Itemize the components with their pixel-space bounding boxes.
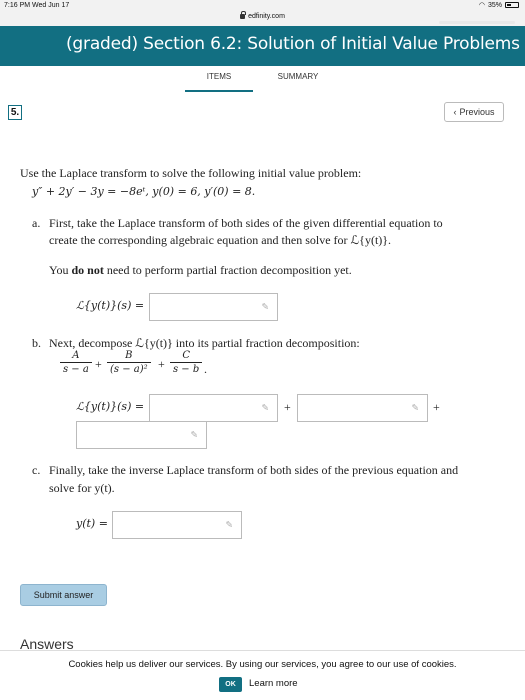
part-b-answer-input-3[interactable]: ✎: [76, 421, 207, 449]
part-c-answer-input[interactable]: ✎: [112, 511, 242, 539]
wifi-icon: ◠: [478, 2, 485, 9]
plus-sign: +: [284, 400, 291, 414]
pencil-icon: ✎: [411, 402, 419, 413]
fraction-a: As − a: [60, 350, 92, 375]
cookie-ok-button[interactable]: OK: [219, 677, 242, 692]
part-c-line1: Finally, take the inverse Laplace transf…: [49, 463, 459, 477]
plus-sign: +: [158, 357, 165, 371]
status-bar: 7:16 PM Wed Jun 17 ◠ 35%: [0, 0, 525, 11]
status-right: ◠ 35%: [479, 1, 519, 9]
plus-sign: +: [433, 400, 440, 414]
url-domain: edfinity.com: [248, 13, 285, 20]
plus-sign: +: [95, 357, 102, 371]
tab-items[interactable]: ITEMS: [185, 72, 253, 92]
lock-icon: [240, 11, 247, 19]
battery-percent: 35%: [487, 1, 502, 9]
part-b-marker: b.: [32, 336, 41, 350]
part-c-answer-label: y(t) =: [76, 517, 108, 530]
page-header: (graded) Section 6.2: Solution of Initia…: [0, 26, 525, 66]
part-a-line2: create the corresponding algebraic equat…: [49, 233, 392, 247]
learn-more-link[interactable]: Learn more: [249, 678, 298, 689]
previous-button[interactable]: ‹ Previous: [444, 102, 504, 122]
pencil-icon: ✎: [225, 519, 233, 530]
part-b-answer-input-2[interactable]: ✎: [297, 394, 428, 422]
part-a-note: You do not need to perform partial fract…: [49, 263, 352, 277]
submit-answer-button[interactable]: Submit answer: [20, 584, 107, 606]
problem-number: 5.: [8, 105, 22, 120]
part-c-line2: solve for y(t).: [49, 481, 115, 495]
part-a-answer-input[interactable]: ✎: [149, 293, 278, 321]
page-title: (graded) Section 6.2: Solution of Initia…: [66, 34, 520, 54]
url-bar[interactable]: edfinity.com: [0, 11, 525, 26]
cookie-message: Cookies help us deliver our services. By…: [68, 659, 457, 670]
part-a-answer-label: ℒ{y(t)}(s) =: [76, 299, 145, 312]
fraction-b: B (s − a)²: [107, 350, 151, 375]
fraction-c: Cs − b: [170, 350, 203, 375]
part-c-marker: c.: [32, 463, 41, 477]
problem-equation: y″ + 2y′ − 3y = −8eᵗ, y(0) = 6, y′(0) = …: [32, 185, 256, 198]
previous-label: Previous: [459, 107, 495, 117]
pencil-icon: ✎: [261, 301, 269, 312]
battery-icon: [505, 2, 519, 8]
part-b-answer-label: ℒ{y(t)}(s) =: [76, 400, 145, 413]
part-b-line1: Next, decompose ℒ{y(t)} into its partial…: [49, 336, 360, 350]
chevron-left-icon: ‹: [453, 107, 457, 117]
cookie-banner: Cookies help us deliver our services. By…: [0, 650, 525, 700]
status-time: 7:16 PM Wed Jun 17: [4, 2, 70, 9]
pencil-icon: ✎: [190, 429, 198, 440]
part-a-marker: a.: [32, 216, 41, 230]
part-b-answer-input-1[interactable]: ✎: [149, 394, 278, 422]
tab-summary[interactable]: SUMMARY: [268, 72, 328, 81]
period: .: [204, 362, 207, 376]
part-a-line1: First, take the Laplace transform of bot…: [49, 216, 443, 230]
page-load-bar: [439, 21, 515, 24]
tab-bar: ITEMS SUMMARY: [0, 66, 525, 94]
pencil-icon: ✎: [261, 402, 269, 413]
problem-intro: Use the Laplace transform to solve the f…: [20, 166, 362, 180]
